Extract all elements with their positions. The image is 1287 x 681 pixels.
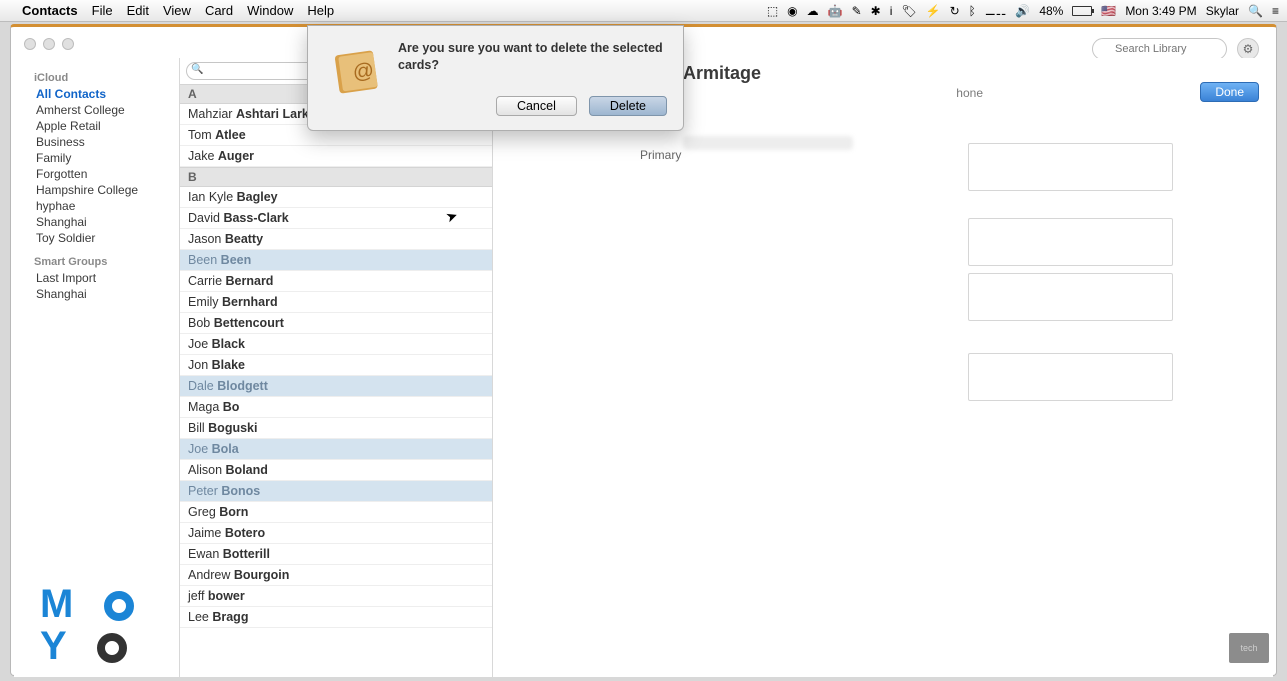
contact-row[interactable]: Carrie Bernard: [180, 271, 492, 292]
field-box[interactable]: [968, 273, 1173, 321]
cloud-icon[interactable]: ☁: [807, 4, 819, 18]
pen-icon[interactable]: ✎: [852, 4, 862, 18]
window-controls: [24, 38, 74, 50]
cancel-button[interactable]: Cancel: [496, 96, 577, 116]
user-menu[interactable]: Skylar: [1206, 4, 1239, 18]
contact-detail: Armitage hone Done Primary: [493, 58, 1273, 677]
contact-row[interactable]: Joe Black: [180, 334, 492, 355]
circle-icon[interactable]: ◉: [787, 4, 797, 18]
sidebar-group[interactable]: Toy Soldier: [36, 230, 179, 246]
blurred-info: [683, 136, 853, 150]
sidebar-group[interactable]: Amherst College: [36, 102, 179, 118]
contact-row[interactable]: Peter Bonos: [180, 481, 492, 502]
battery-percent: 48%: [1039, 4, 1063, 18]
minimize-icon[interactable]: [43, 38, 55, 50]
close-icon[interactable]: [24, 38, 36, 50]
contact-row[interactable]: Bob Bettencourt: [180, 313, 492, 334]
contact-row[interactable]: Ian Kyle Bagley: [180, 187, 492, 208]
menu-edit[interactable]: Edit: [127, 3, 149, 18]
svg-text:@: @: [351, 59, 375, 85]
done-button[interactable]: Done: [1200, 82, 1259, 102]
sidebar-group[interactable]: Hampshire College: [36, 182, 179, 198]
sidebar-group[interactable]: Forgotten: [36, 166, 179, 182]
contact-row[interactable]: Maga Bo: [180, 397, 492, 418]
gear-icon[interactable]: ⚙: [1237, 38, 1259, 60]
menubar: Contacts File Edit View Card Window Help…: [0, 0, 1287, 22]
contact-row[interactable]: Emily Bernhard: [180, 292, 492, 313]
primary-label: Primary: [640, 148, 681, 162]
sidebar-group[interactable]: hyphae: [36, 198, 179, 214]
delete-confirm-dialog: @ Are you sure you want to delete the se…: [307, 25, 684, 131]
zoom-icon[interactable]: [62, 38, 74, 50]
contact-row[interactable]: Alison Boland: [180, 460, 492, 481]
menu-window[interactable]: Window: [247, 3, 293, 18]
sidebar-group[interactable]: Family: [36, 150, 179, 166]
contact-row[interactable]: Joe Bola: [180, 439, 492, 460]
flag-icon[interactable]: 🇺🇸: [1101, 4, 1116, 18]
contact-row[interactable]: Lee Bragg: [180, 607, 492, 628]
sync-icon[interactable]: ↻: [950, 4, 960, 18]
contact-row[interactable]: Been Been: [180, 250, 492, 271]
section-header: B: [180, 167, 492, 187]
contact-name: Armitage: [683, 63, 761, 84]
contact-row[interactable]: Jason Beatty: [180, 229, 492, 250]
contact-row[interactable]: Bill Boguski: [180, 418, 492, 439]
menu-help[interactable]: Help: [307, 3, 334, 18]
moyo-watermark: M Y: [40, 583, 134, 667]
field-box[interactable]: [968, 353, 1173, 401]
evernote-icon[interactable]: ✱: [871, 4, 881, 18]
contact-row[interactable]: jeff bower: [180, 586, 492, 607]
bolt-icon[interactable]: ⚡: [926, 4, 941, 18]
contact-row[interactable]: Dale Blodgett: [180, 376, 492, 397]
sidebar-smart-group[interactable]: Last Import: [36, 270, 179, 286]
tag-icon[interactable]: 🏷: [901, 4, 916, 18]
sidebar-header-icloud: iCloud: [34, 72, 179, 84]
robot-icon[interactable]: 🤖: [828, 4, 843, 18]
dialog-message: Are you sure you want to delete the sele…: [398, 40, 667, 74]
contact-row[interactable]: Jaime Botero: [180, 523, 492, 544]
contacts-app-icon: @: [330, 44, 386, 100]
field-box[interactable]: [968, 143, 1173, 191]
sidebar-group[interactable]: Shanghai: [36, 214, 179, 230]
contact-row[interactable]: Andrew Bourgoin: [180, 565, 492, 586]
sidebar-group[interactable]: Business: [36, 134, 179, 150]
search-library-input[interactable]: [1092, 38, 1227, 60]
clock[interactable]: Mon 3:49 PM: [1125, 4, 1196, 18]
dropbox-icon[interactable]: ⬚: [767, 4, 778, 18]
wifi-icon[interactable]: ⚊⚋: [985, 4, 1007, 18]
sidebar-header-smart: Smart Groups: [34, 256, 179, 268]
battery-icon[interactable]: [1072, 6, 1092, 16]
sidebar-group[interactable]: Apple Retail: [36, 118, 179, 134]
menu-view[interactable]: View: [163, 3, 191, 18]
info-icon[interactable]: i: [890, 4, 893, 18]
menu-card[interactable]: Card: [205, 3, 233, 18]
notification-center-icon[interactable]: ≡: [1272, 4, 1279, 18]
tech-badge: tech: [1229, 633, 1269, 663]
bluetooth-icon[interactable]: ᛒ: [969, 4, 976, 18]
contact-list: ➤ AMahziar Ashtari LarkTom AtleeJake Aug…: [179, 58, 493, 677]
spotlight-icon[interactable]: 🔍: [1248, 4, 1263, 18]
contact-row[interactable]: Jon Blake: [180, 355, 492, 376]
sidebar-group[interactable]: All Contacts: [36, 86, 179, 102]
phone-label-fragment: hone: [956, 86, 983, 100]
contact-row[interactable]: Jake Auger: [180, 146, 492, 167]
volume-icon[interactable]: 🔊: [1015, 4, 1030, 18]
delete-button[interactable]: Delete: [589, 96, 667, 116]
app-menu[interactable]: Contacts: [22, 3, 78, 18]
contact-row[interactable]: Ewan Botterill: [180, 544, 492, 565]
menu-file[interactable]: File: [92, 3, 113, 18]
sidebar-smart-group[interactable]: Shanghai: [36, 286, 179, 302]
field-box[interactable]: [968, 218, 1173, 266]
contact-row[interactable]: David Bass-Clark: [180, 208, 492, 229]
contact-row[interactable]: Greg Born: [180, 502, 492, 523]
